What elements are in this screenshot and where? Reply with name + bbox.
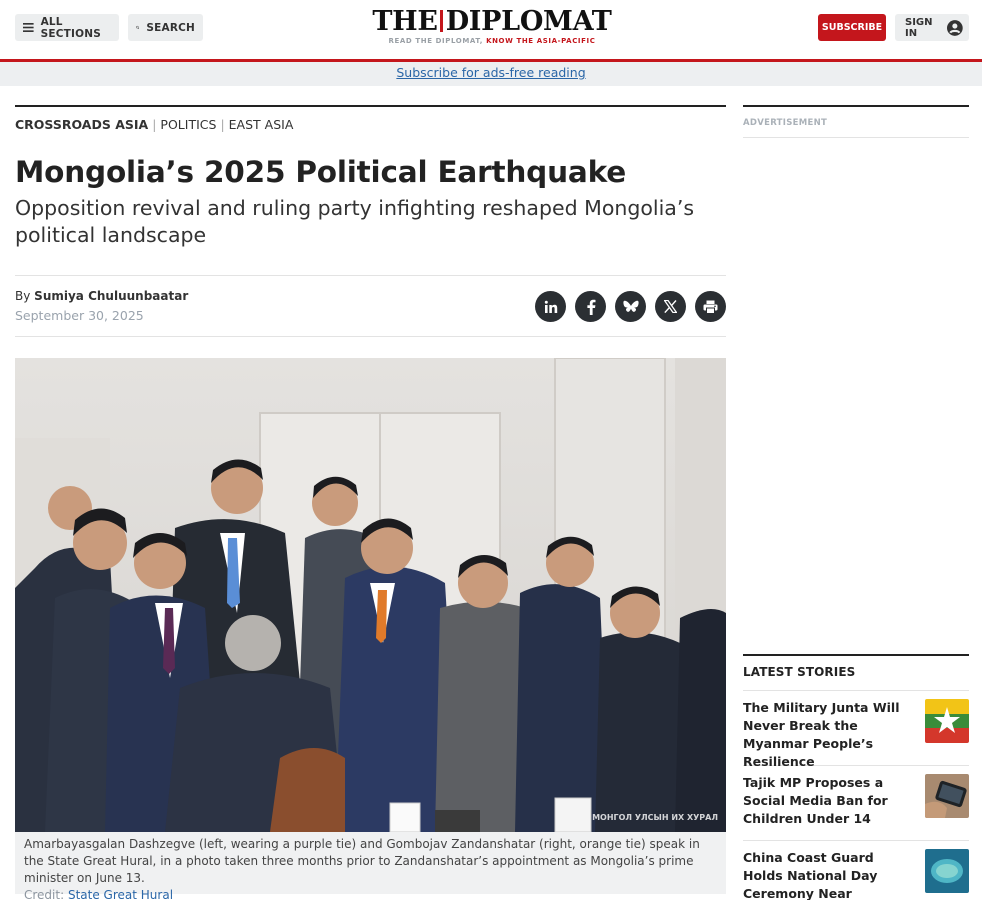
sidebar-top-rule bbox=[743, 105, 969, 107]
print-icon bbox=[703, 300, 718, 314]
x-icon bbox=[664, 300, 677, 313]
story-title[interactable]: Tajik MP Proposes a Social Media Ban for… bbox=[743, 774, 911, 828]
story-thumbnail-myanmar-flag[interactable] bbox=[925, 699, 969, 743]
search-icon bbox=[136, 25, 140, 30]
list-item[interactable]: The Military Junta Will Never Break the … bbox=[743, 691, 969, 769]
facebook-share-button[interactable] bbox=[575, 291, 606, 322]
breadcrumb-separator: | bbox=[152, 117, 157, 132]
latest-stories: LATEST STORIES The Military Junta Will N… bbox=[743, 654, 969, 900]
credit-source-link[interactable]: State Great Hural bbox=[68, 888, 173, 900]
by-prefix: By bbox=[15, 289, 31, 303]
story-thumbnail-smartphone[interactable] bbox=[925, 774, 969, 818]
story-title[interactable]: China Coast Guard Holds National Day Cer… bbox=[743, 849, 911, 900]
article-title: Mongolia’s 2025 Political Earthquake bbox=[15, 155, 627, 189]
latest-stories-heading: LATEST STORIES bbox=[743, 665, 856, 679]
bluesky-icon bbox=[622, 300, 639, 312]
article: CROSSROADS ASIA | POLITICS | EAST ASIA Mongo… bbox=[15, 105, 726, 900]
publish-date: September 30, 2025 bbox=[15, 308, 144, 323]
author-link[interactable]: Sumiya Chuluunbaatar bbox=[34, 289, 188, 303]
advertisement-label: ADVERTISEMENT bbox=[743, 118, 828, 128]
adfree-link[interactable]: Subscribe for ads-free reading bbox=[396, 66, 585, 80]
photo-credit: Credit: State Great Hural bbox=[24, 887, 717, 900]
sign-in-button[interactable]: SIGN IN bbox=[895, 14, 969, 41]
list-item[interactable]: Tajik MP Proposes a Social Media Ban for… bbox=[743, 766, 969, 841]
latest-top-rule bbox=[743, 654, 969, 656]
breadcrumb-separator: | bbox=[220, 117, 225, 132]
credit-label: Credit: bbox=[24, 888, 65, 900]
byline-bar: By Sumiya Chuluunbaatar September 30, 20… bbox=[15, 275, 726, 337]
article-top-rule bbox=[15, 105, 726, 107]
advertisement-divider bbox=[743, 137, 969, 138]
story-title[interactable]: The Military Junta Will Never Break the … bbox=[743, 699, 911, 771]
category-breadcrumb: CROSSROADS ASIA | POLITICS | EAST ASIA bbox=[15, 117, 726, 133]
list-item[interactable]: China Coast Guard Holds National Day Cer… bbox=[743, 841, 969, 900]
sidebar-ad: ADVERTISEMENT bbox=[743, 105, 969, 138]
logo-title-left: THE bbox=[372, 6, 438, 37]
byline: By Sumiya Chuluunbaatar bbox=[15, 289, 188, 303]
search-button[interactable]: SEARCH bbox=[128, 14, 203, 41]
print-button[interactable] bbox=[695, 291, 726, 322]
adfree-bar: Subscribe for ads-free reading bbox=[0, 62, 982, 86]
caption-text: Amarbayasgalan Dashzegve (left, wearing … bbox=[24, 837, 700, 885]
bluesky-share-button[interactable] bbox=[615, 291, 646, 322]
site-header: ALL SECTIONS SEARCH THE DIPLOMAT READ THE… bbox=[0, 0, 982, 60]
linkedin-icon bbox=[544, 300, 557, 313]
linkedin-share-button[interactable] bbox=[535, 291, 566, 322]
logo-wordmark: THE DIPLOMAT bbox=[367, 6, 617, 37]
photo-watermark: МОНГОЛ УЛСЫН ИХ ХУРАЛ bbox=[592, 813, 718, 822]
all-sections-label: ALL SECTIONS bbox=[40, 15, 101, 40]
sign-in-label: SIGN IN bbox=[905, 16, 933, 39]
logo-tagline: READ THE DIPLOMAT, KNOW THE ASIA-PACIFIC bbox=[367, 37, 617, 46]
user-icon bbox=[947, 19, 963, 36]
article-subtitle: Opposition revival and ruling party infi… bbox=[15, 196, 695, 247]
menu-icon bbox=[23, 23, 34, 32]
category-politics[interactable]: POLITICS bbox=[160, 117, 216, 132]
article-photo[interactable]: МОНГОЛ УЛСЫН ИХ ХУРАЛ bbox=[15, 358, 726, 832]
category-east-asia[interactable]: EAST ASIA bbox=[229, 117, 294, 132]
logo-title-right: DIPLOMAT bbox=[445, 6, 612, 37]
tagline-gray: READ THE DIPLOMAT, bbox=[388, 37, 484, 45]
photo-caption: Amarbayasgalan Dashzegve (left, wearing … bbox=[15, 832, 726, 900]
subscribe-button[interactable]: SUBSCRIBE bbox=[818, 14, 886, 41]
facebook-icon bbox=[586, 299, 595, 315]
search-label: SEARCH bbox=[146, 21, 195, 34]
site-logo[interactable]: THE DIPLOMAT READ THE DIPLOMAT, KNOW THE … bbox=[367, 6, 617, 46]
tagline-red: KNOW THE ASIA-PACIFIC bbox=[486, 37, 596, 45]
all-sections-button[interactable]: ALL SECTIONS bbox=[15, 14, 119, 41]
share-buttons bbox=[535, 291, 726, 322]
category-crossroads-asia[interactable]: CROSSROADS ASIA bbox=[15, 117, 148, 132]
story-thumbnail-reef-aerial[interactable] bbox=[925, 849, 969, 893]
logo-divider bbox=[439, 10, 443, 32]
x-share-button[interactable] bbox=[655, 291, 686, 322]
parliament-photo-illustration: МОНГОЛ УЛСЫН ИХ ХУРАЛ bbox=[15, 358, 726, 832]
